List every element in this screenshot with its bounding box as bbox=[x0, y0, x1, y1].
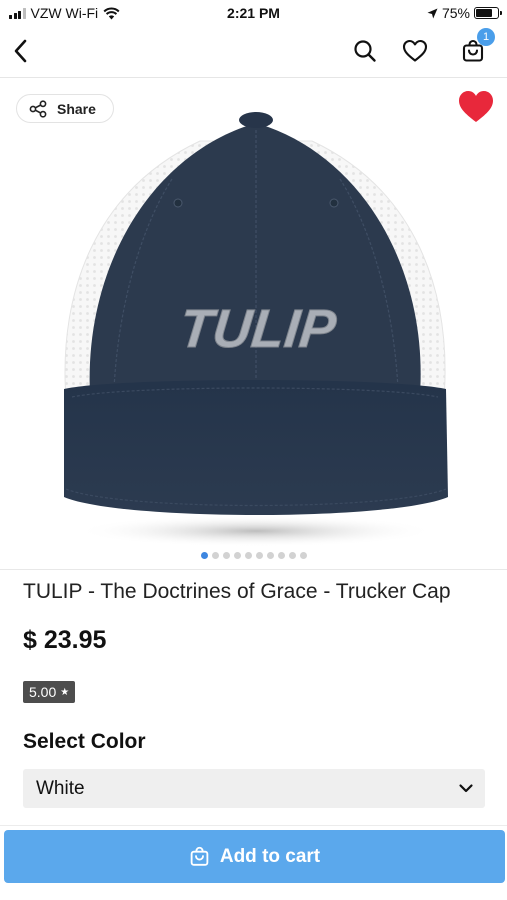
heart-outline-icon bbox=[402, 39, 428, 62]
share-label: Share bbox=[57, 100, 96, 117]
shopping-bag-icon bbox=[190, 846, 209, 866]
chevron-left-icon bbox=[14, 39, 27, 63]
share-button[interactable]: Share bbox=[16, 94, 114, 123]
product-image-carousel[interactable]: TULIP Share bbox=[0, 79, 507, 569]
product-price: $ 23.95 bbox=[23, 626, 107, 654]
carousel-dot[interactable] bbox=[288, 552, 296, 559]
battery-group: 75% bbox=[427, 5, 502, 21]
nav-bar: 1 bbox=[0, 26, 507, 78]
rating-value: 5.00 bbox=[29, 684, 57, 700]
selected-color: White bbox=[36, 777, 85, 799]
carousel-indicators bbox=[0, 552, 507, 559]
share-icon bbox=[29, 99, 47, 118]
add-to-cart-label: Add to cart bbox=[219, 845, 321, 867]
carousel-dot[interactable] bbox=[255, 552, 263, 559]
star-icon: ★ bbox=[60, 686, 70, 698]
bottom-separator bbox=[0, 825, 507, 826]
wishlist-button[interactable] bbox=[400, 36, 430, 66]
add-to-cart-button[interactable]: Add to cart bbox=[4, 830, 505, 883]
trucker-cap-image: TULIP bbox=[64, 112, 448, 547]
product-title: TULIP - The Doctrines of Grace - Trucker… bbox=[23, 580, 451, 603]
search-icon bbox=[354, 40, 376, 62]
carousel-dot[interactable] bbox=[233, 552, 241, 559]
status-bar: VZW Wi-Fi 2:21 PM 75% bbox=[0, 0, 507, 26]
back-button[interactable] bbox=[6, 36, 36, 66]
carousel-dot[interactable] bbox=[244, 552, 252, 559]
search-button[interactable] bbox=[350, 36, 380, 66]
carousel-dot[interactable] bbox=[266, 552, 274, 559]
chevron-down-icon bbox=[459, 784, 473, 793]
cart-count-badge: 1 bbox=[477, 28, 495, 46]
carousel-dot[interactable] bbox=[211, 552, 219, 559]
battery-percent: 75% bbox=[441, 5, 470, 21]
cap-embroidery-text: TULIP bbox=[177, 299, 340, 359]
color-select[interactable]: White bbox=[23, 769, 485, 808]
divider bbox=[0, 569, 507, 570]
rating-badge: 5.00 ★ bbox=[23, 681, 76, 703]
favorite-heart-icon[interactable] bbox=[457, 89, 495, 125]
carousel-dot[interactable] bbox=[299, 552, 307, 559]
battery-icon bbox=[474, 7, 502, 19]
carousel-dot[interactable] bbox=[222, 552, 230, 559]
carousel-dot[interactable] bbox=[277, 552, 285, 559]
carousel-dot-active[interactable] bbox=[200, 552, 208, 559]
battery-level bbox=[476, 9, 492, 17]
location-arrow-icon bbox=[427, 8, 438, 18]
cart-button[interactable]: 1 bbox=[458, 28, 495, 66]
select-color-label: Select Color bbox=[23, 730, 146, 753]
